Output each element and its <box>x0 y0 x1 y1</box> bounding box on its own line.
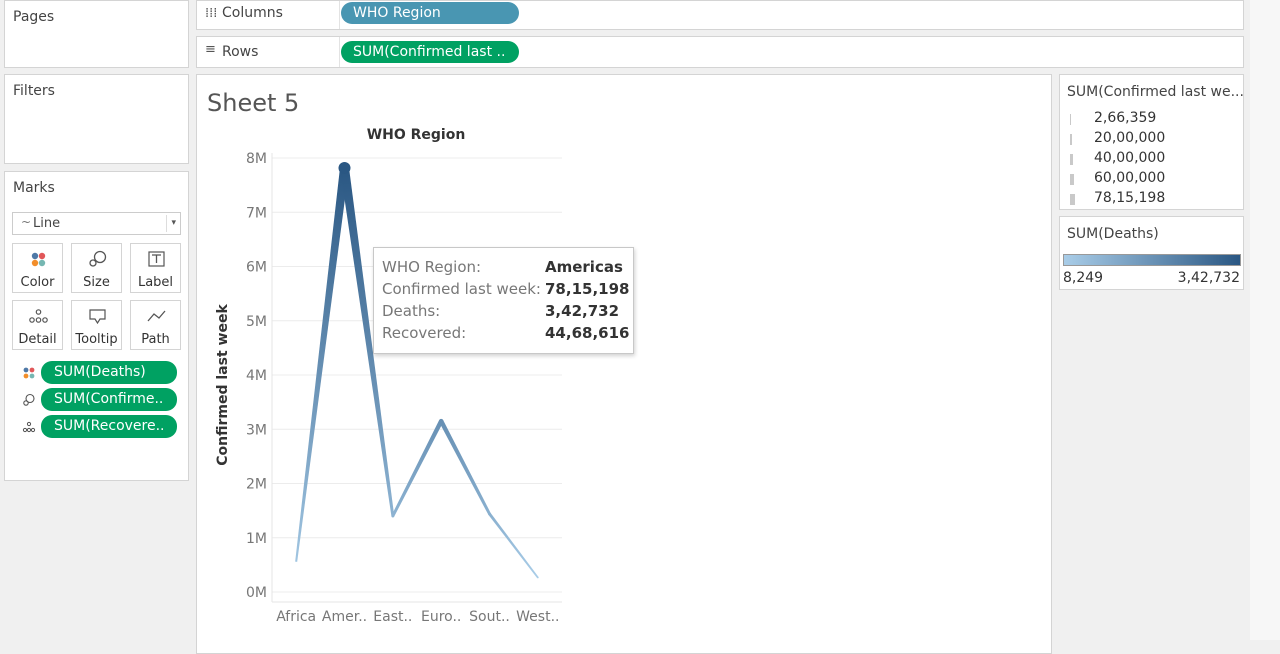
tooltip-key: Deaths: <box>382 302 440 320</box>
chart-title: WHO Region <box>367 127 466 143</box>
path-button-label: Path <box>131 332 180 347</box>
size-button[interactable]: Size <box>71 243 122 293</box>
chevron-down-icon[interactable]: ▾ <box>166 215 176 232</box>
line-segment <box>488 513 538 578</box>
columns-icon: ⁞⁞⁞ <box>205 6 217 21</box>
tooltip-key: Confirmed last week: <box>382 280 541 298</box>
color-ramp <box>1063 254 1241 266</box>
tooltip-value: 78,15,198 <box>545 280 629 298</box>
columns-pill[interactable]: WHO Region <box>341 2 519 24</box>
size-button-label: Size <box>72 275 121 290</box>
marks-field-recovered[interactable]: SUM(Recovere.. <box>41 415 177 438</box>
rows-label: Rows <box>222 44 258 60</box>
marks-field-confirmed[interactable]: SUM(Confirme.. <box>41 388 177 411</box>
path-button[interactable]: Path <box>130 300 181 350</box>
size-icon <box>22 393 36 407</box>
label-button-label: Label <box>131 275 180 290</box>
x-tick-label: Africa <box>276 609 316 625</box>
marks-field-deaths[interactable]: SUM(Deaths) <box>41 361 177 384</box>
size-mark <box>1070 114 1071 125</box>
detail-icon <box>22 420 36 434</box>
size-legend-value: 78,15,198 <box>1094 190 1165 206</box>
y-tick-label: 6M <box>246 260 267 276</box>
line-segment <box>439 420 491 514</box>
columns-label: Columns <box>222 5 283 21</box>
shelf-divider <box>339 37 340 67</box>
y-tick-label: 2M <box>246 477 267 493</box>
shelf-divider <box>339 1 340 29</box>
size-icon <box>72 250 123 270</box>
filters-panel[interactable]: Filters <box>4 74 189 164</box>
tooltip-value: 3,42,732 <box>545 302 619 320</box>
size-legend-value: 20,00,000 <box>1094 130 1165 146</box>
y-tick-label: 1M <box>246 531 267 547</box>
color-legend-max: 3,42,732 <box>1178 270 1240 286</box>
label-icon <box>131 250 182 270</box>
mark-type-dropdown[interactable]: ~ Line ▾ <box>12 212 181 235</box>
size-legend-value: 60,00,000 <box>1094 170 1165 186</box>
y-axis-label: Confirmed last week <box>215 304 231 466</box>
tooltip-button[interactable]: Tooltip <box>71 300 122 350</box>
color-button[interactable]: Color <box>12 243 63 293</box>
line-segment <box>392 420 444 517</box>
size-mark <box>1070 154 1073 165</box>
path-icon <box>131 307 182 327</box>
filters-title: Filters <box>13 83 55 99</box>
color-legend: SUM(Deaths) 8,249 3,42,732 <box>1059 216 1244 290</box>
sheet-title: Sheet 5 <box>207 89 299 117</box>
y-tick-label: 3M <box>246 422 267 438</box>
tooltip-icon <box>72 307 123 327</box>
size-mark <box>1070 134 1072 145</box>
y-tick-label: 0M <box>246 585 267 601</box>
size-legend: SUM(Confirmed last we... 2,66,359 20,00,… <box>1059 74 1244 210</box>
tooltip-popup: WHO Region: Americas Confirmed last week… <box>373 247 634 354</box>
detail-icon <box>13 307 64 327</box>
y-tick-label: 4M <box>246 368 267 384</box>
line-segment <box>295 167 349 561</box>
x-tick-label: West.. <box>516 609 559 625</box>
label-button[interactable]: Label <box>130 243 181 293</box>
line-icon: ~ <box>21 215 31 229</box>
color-legend-min: 8,249 <box>1063 270 1103 286</box>
detail-button[interactable]: Detail <box>12 300 63 350</box>
color-button-label: Color <box>13 275 62 290</box>
color-icon <box>13 250 64 270</box>
detail-button-label: Detail <box>13 332 62 347</box>
size-legend-value: 2,66,359 <box>1094 110 1156 126</box>
color-dots-icon <box>22 366 36 380</box>
y-tick-label: 7M <box>246 205 267 221</box>
tooltip-button-label: Tooltip <box>72 332 121 347</box>
tooltip-value: Americas <box>545 258 623 276</box>
x-tick-label: Amer.. <box>322 609 367 625</box>
size-mark <box>1070 194 1075 205</box>
marks-title: Marks <box>13 180 55 196</box>
pages-title: Pages <box>13 9 54 25</box>
x-tick-label: Euro.. <box>421 609 461 625</box>
size-mark <box>1070 174 1074 185</box>
line-chart: WHO Region 0M 1M 2M 3M 4M 5M 6M 7M 8M Confirmed la… <box>196 115 576 635</box>
vertical-scrollbar[interactable] <box>1250 0 1280 640</box>
y-tick-label: 5M <box>246 314 267 330</box>
mark-type-label: Line <box>33 216 60 231</box>
tooltip-key: WHO Region: <box>382 258 481 276</box>
x-tick-label: East.. <box>373 609 412 625</box>
tooltip-key: Recovered: <box>382 324 466 342</box>
color-legend-title: SUM(Deaths) <box>1067 226 1159 242</box>
size-legend-title: SUM(Confirmed last we... <box>1067 84 1244 100</box>
size-legend-value: 40,00,000 <box>1094 150 1165 166</box>
tooltip-value: 44,68,616 <box>545 324 629 342</box>
highlighted-point <box>339 162 351 174</box>
rows-pill[interactable]: SUM(Confirmed last .. <box>341 41 519 63</box>
pages-panel: Pages <box>4 0 189 68</box>
x-tick-label: Sout.. <box>469 609 510 625</box>
line-joint <box>537 577 539 579</box>
y-tick-label: 8M <box>246 151 267 167</box>
rows-icon: ≡ <box>205 42 216 57</box>
